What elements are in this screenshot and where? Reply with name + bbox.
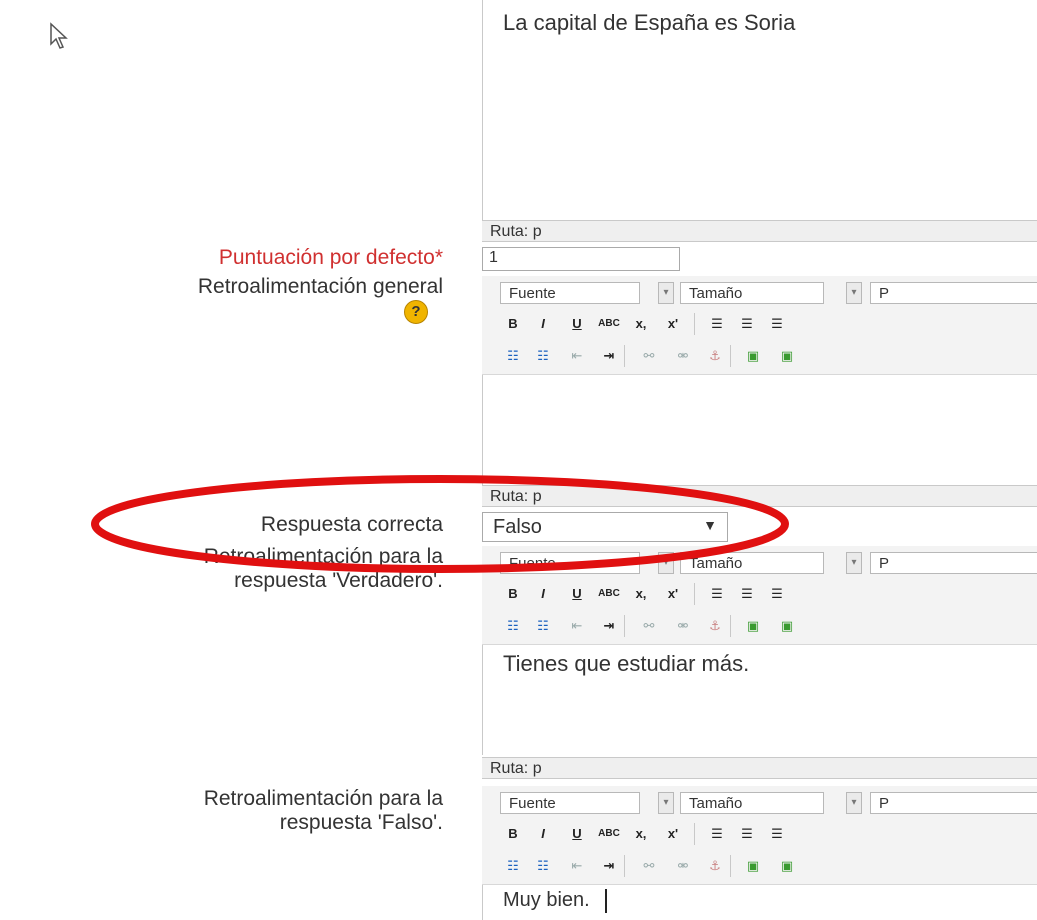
red-annotation-ellipse [91,475,789,573]
